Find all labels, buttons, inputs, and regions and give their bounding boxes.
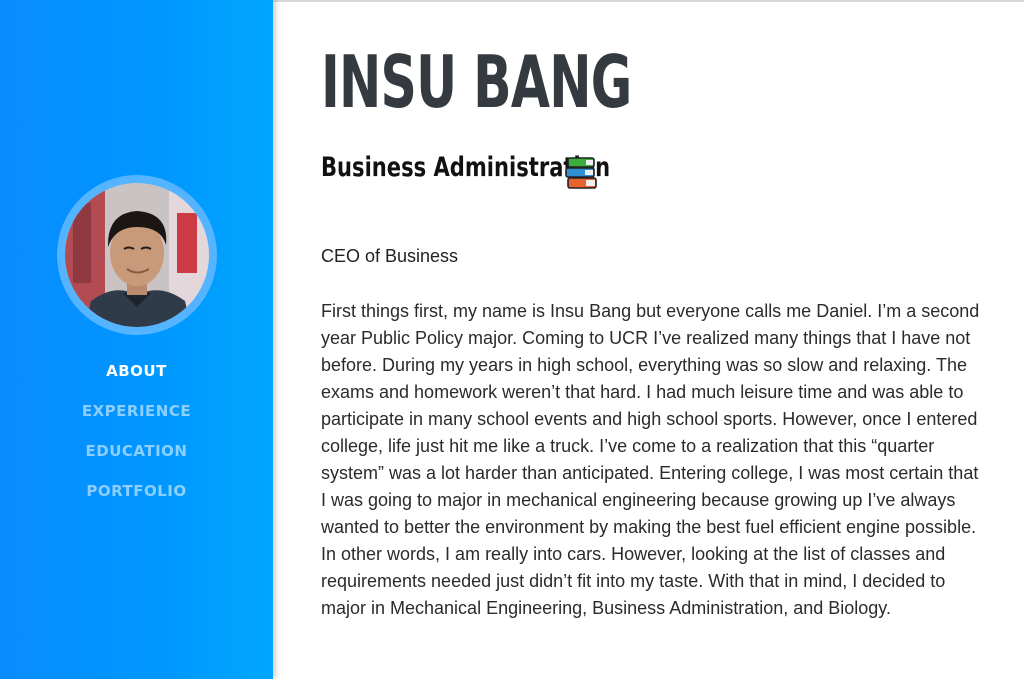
nav-item-experience[interactable]: EXPERIENCE [0,400,273,440]
sidebar-nav: ABOUT EXPERIENCE EDUCATION PORTFOLIO [0,360,273,520]
nav-item-about[interactable]: ABOUT [0,360,273,400]
nav-item-education[interactable]: EDUCATION [0,440,273,480]
bio-paragraph: First things first, my name is Insu Bang… [321,301,980,618]
avatar [65,183,209,327]
page-title: INSU BANG [321,40,632,124]
avatar-ring [57,175,217,335]
nav-item-portfolio[interactable]: PORTFOLIO [0,480,273,520]
books-icon [565,157,597,189]
avatar-photo [65,183,209,327]
tagline: CEO of Business [321,246,459,266]
sidebar: ABOUT EXPERIENCE EDUCATION PORTFOLIO [0,0,273,679]
